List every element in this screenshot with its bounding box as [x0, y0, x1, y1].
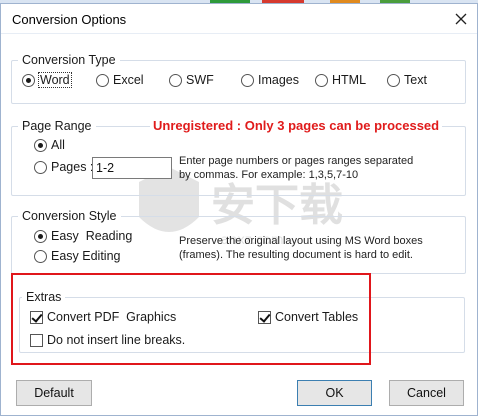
unregistered-warning: Unregistered : Only 3 pages can be proce…: [150, 118, 443, 133]
default-button[interactable]: Default: [16, 380, 92, 406]
easy-editing-option[interactable]: Easy Editing: [34, 249, 120, 263]
text-radio[interactable]: [387, 73, 400, 87]
ok-button[interactable]: OK: [297, 380, 372, 406]
type-option-swf[interactable]: SWF: [169, 73, 214, 87]
type-option-excel[interactable]: Excel: [96, 73, 144, 87]
convert-tables-label: Convert Tables: [275, 310, 359, 324]
excel-label: Excel: [113, 73, 144, 87]
type-option-word[interactable]: Word: [22, 72, 72, 88]
word-label: Word: [38, 72, 72, 88]
title-bar: Conversion Options: [1, 4, 477, 34]
word-radio[interactable]: [22, 73, 35, 87]
easy-editing-label: Easy Editing: [51, 249, 121, 263]
convert-pdf-graphics-option[interactable]: Convert PDF Graphics: [30, 310, 176, 324]
conversion-options-dialog: Conversion Options 安下载 anxz.com Conversi…: [0, 3, 478, 416]
type-option-images[interactable]: Images: [241, 73, 299, 87]
excel-radio[interactable]: [96, 73, 109, 87]
no-line-breaks-checkbox[interactable]: [30, 333, 43, 347]
convert-tables-option[interactable]: Convert Tables: [258, 310, 358, 324]
conversion-type-legend: Conversion Type: [18, 53, 120, 68]
no-line-breaks-label: Do not insert line breaks.: [47, 333, 186, 347]
all-pages-label: All: [51, 138, 65, 152]
page-range-help-line1: Enter page numbers or pages ranges separ…: [179, 155, 414, 167]
images-label: Images: [258, 73, 299, 87]
pages-radio[interactable]: [34, 160, 47, 174]
conversion-style-description: Preserve the original layout using MS Wo…: [179, 234, 459, 262]
conversion-style-legend: Conversion Style: [18, 209, 121, 224]
conversion-style-desc-line2: (frames). The resulting document is hard…: [179, 249, 413, 261]
swf-label: SWF: [186, 73, 214, 87]
html-label: HTML: [332, 73, 367, 87]
easy-editing-radio[interactable]: [34, 249, 47, 263]
text-label: Text: [404, 73, 427, 87]
page-range-all-option[interactable]: All: [34, 138, 65, 152]
convert-pdf-graphics-label: Convert PDF Graphics: [47, 310, 177, 324]
html-radio[interactable]: [315, 73, 328, 87]
convert-pdf-graphics-checkbox[interactable]: [30, 310, 43, 324]
convert-tables-checkbox[interactable]: [258, 310, 271, 324]
conversion-style-desc-line1: Preserve the original layout using MS Wo…: [179, 235, 423, 247]
all-pages-radio[interactable]: [34, 138, 47, 152]
page-range-pages-option[interactable]: Pages :: [34, 160, 93, 174]
easy-reading-radio[interactable]: [34, 229, 47, 243]
cancel-button[interactable]: Cancel: [389, 380, 464, 406]
type-option-html[interactable]: HTML: [315, 73, 366, 87]
swf-radio[interactable]: [169, 73, 182, 87]
type-option-text[interactable]: Text: [387, 73, 427, 87]
extras-legend: Extras: [22, 290, 66, 305]
close-button[interactable]: [447, 6, 475, 32]
page-range-help-line2: by commas. For example: 1,3,5,7-10: [179, 169, 359, 181]
images-radio[interactable]: [241, 73, 254, 87]
pages-input[interactable]: [92, 157, 172, 179]
no-line-breaks-option[interactable]: Do not insert line breaks.: [30, 333, 185, 347]
pages-label: Pages :: [51, 160, 94, 174]
easy-reading-label: Easy Reading: [51, 229, 133, 243]
page-range-help: Enter page numbers or pages ranges separ…: [179, 154, 449, 182]
easy-reading-option[interactable]: Easy Reading: [34, 229, 132, 243]
close-icon: [455, 13, 467, 25]
page-range-legend: Page Range: [18, 119, 96, 134]
dialog-title: Conversion Options: [12, 12, 127, 27]
